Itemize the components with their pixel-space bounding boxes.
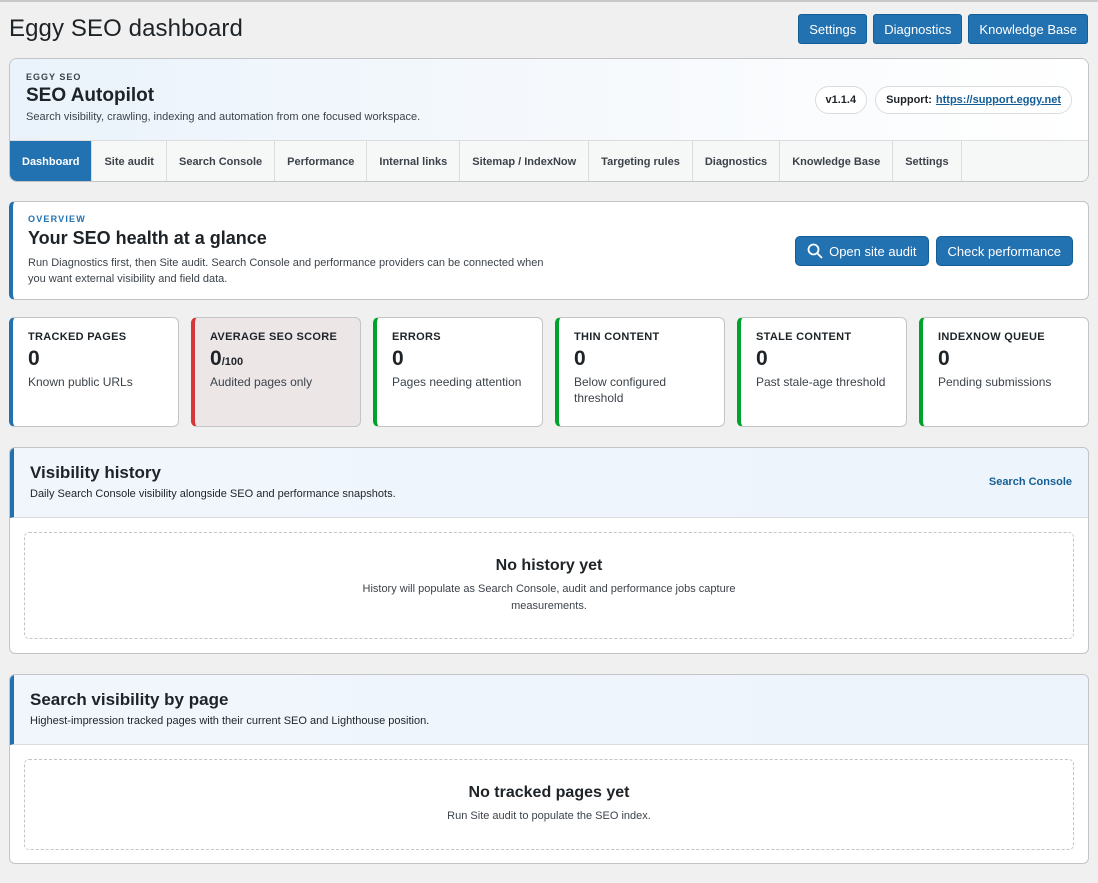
stat-label: STALE CONTENT [756,331,852,343]
stat-tracked-pages: TRACKED PAGES 0 Known public URLs [9,317,179,427]
empty-title: No tracked pages yet [468,784,630,801]
search-icon [807,243,823,259]
stat-value: 0/100 [210,347,345,371]
tab-site-audit[interactable]: Site audit [92,141,167,181]
stat-description: Below configured threshold [574,375,667,405]
empty-text: Run Site audit to populate the SEO index… [447,810,651,822]
stat-value: 0 [574,347,709,371]
stat-value: 0 [28,347,163,371]
stat-number: 0 [210,347,222,370]
support-label: Support: [886,94,932,106]
panel-header: Visibility history Daily Search Console … [10,448,1088,518]
diagnostics-button[interactable]: Diagnostics [873,14,963,44]
version-badge: v1.1.4 [814,86,868,114]
support-link[interactable]: https://support.eggy.net [936,94,1061,106]
panel-title: Search visibility by page [30,690,229,709]
empty-text: History will populate as Search Console,… [362,583,736,612]
brand-eyebrow: EGGY SEO [26,72,82,82]
stat-label: INDEXNOW QUEUE [938,331,1045,343]
stat-label: ERRORS [392,331,441,343]
main-tabs: Dashboard Site audit Search Console Perf… [10,141,1088,181]
open-site-audit-button[interactable]: Open site audit [795,236,929,266]
stat-label: TRACKED PAGES [28,331,127,343]
stat-description: Past stale-age threshold [756,375,886,389]
search-visibility-panel: Search visibility by page Highest-impres… [9,674,1089,864]
stat-description: Pages needing attention [392,375,522,389]
stat-thin-content: THIN CONTENT 0 Below configured threshol… [555,317,725,427]
empty-title: No history yet [495,557,603,574]
stat-value: 0 [938,347,1073,371]
stat-suffix: /100 [221,356,244,368]
header-pills: v1.1.4 Support: https://support.eggy.net [814,86,1072,114]
tab-diagnostics[interactable]: Diagnostics [693,141,781,181]
panel-header: Search visibility by page Highest-impres… [10,675,1088,745]
tab-targeting-rules[interactable]: Targeting rules [589,141,693,181]
stat-indexnow-queue: INDEXNOW QUEUE 0 Pending submissions [919,317,1089,427]
empty-state: No tracked pages yet Run Site audit to p… [24,759,1074,850]
overview-actions: Open site audit Check performance [795,236,1073,266]
open-site-audit-label: Open site audit [829,243,917,259]
plugin-header-card: EGGY SEO SEO Autopilot Search visibility… [9,58,1089,182]
stat-number: 0 [938,347,950,370]
tab-dashboard[interactable]: Dashboard [10,141,93,181]
panel-subtitle: Daily Search Console visibility alongsid… [30,488,396,500]
stat-stale-content: STALE CONTENT 0 Past stale-age threshold [737,317,907,427]
settings-button[interactable]: Settings [798,14,868,44]
top-actions: Settings Diagnostics Knowledge Base [798,14,1088,44]
stat-errors: ERRORS 0 Pages needing attention [373,317,543,427]
stat-number: 0 [28,347,40,370]
stat-number: 0 [392,347,404,370]
stat-description: Known public URLs [28,375,133,389]
visibility-history-panel: Visibility history Daily Search Console … [9,447,1089,654]
stat-value: 0 [756,347,891,371]
overview-text: Run Diagnostics first, then Site audit. … [28,257,544,285]
tab-settings[interactable]: Settings [893,141,962,181]
stat-average-seo-score: AVERAGE SEO SCORE 0/100 Audited pages on… [191,317,361,427]
panel-title: Visibility history [30,463,162,482]
top-bar: Eggy SEO dashboard Settings Diagnostics … [9,12,1088,46]
knowledge-base-button[interactable]: Knowledge Base [968,14,1088,44]
page-title: Eggy SEO dashboard [9,15,243,42]
tab-knowledge-base[interactable]: Knowledge Base [780,141,894,181]
search-console-link[interactable]: Search Console [989,476,1072,488]
stat-label: AVERAGE SEO SCORE [210,331,338,343]
check-performance-button[interactable]: Check performance [935,236,1073,266]
stat-description: Audited pages only [210,375,313,389]
overview-eyebrow: OVERVIEW [28,214,86,224]
stat-number: 0 [574,347,586,370]
stats-row: TRACKED PAGES 0 Known public URLs AVERAG… [9,317,1089,427]
support-badge: Support: https://support.eggy.net [875,86,1072,114]
stat-value: 0 [392,347,527,371]
stat-number: 0 [756,347,768,370]
tab-performance[interactable]: Performance [275,141,368,181]
overview-card: OVERVIEW Your SEO health at a glance Run… [9,201,1089,300]
tab-sitemap-indexnow[interactable]: Sitemap / IndexNow [460,141,590,181]
stat-description: Pending submissions [938,375,1052,389]
stat-label: THIN CONTENT [574,331,660,343]
tab-internal-links[interactable]: Internal links [367,141,461,181]
empty-state: No history yet History will populate as … [24,532,1074,639]
tab-search-console[interactable]: Search Console [167,141,276,181]
panel-subtitle: Highest-impression tracked pages with th… [30,715,430,727]
plugin-header: EGGY SEO SEO Autopilot Search visibility… [10,59,1088,141]
